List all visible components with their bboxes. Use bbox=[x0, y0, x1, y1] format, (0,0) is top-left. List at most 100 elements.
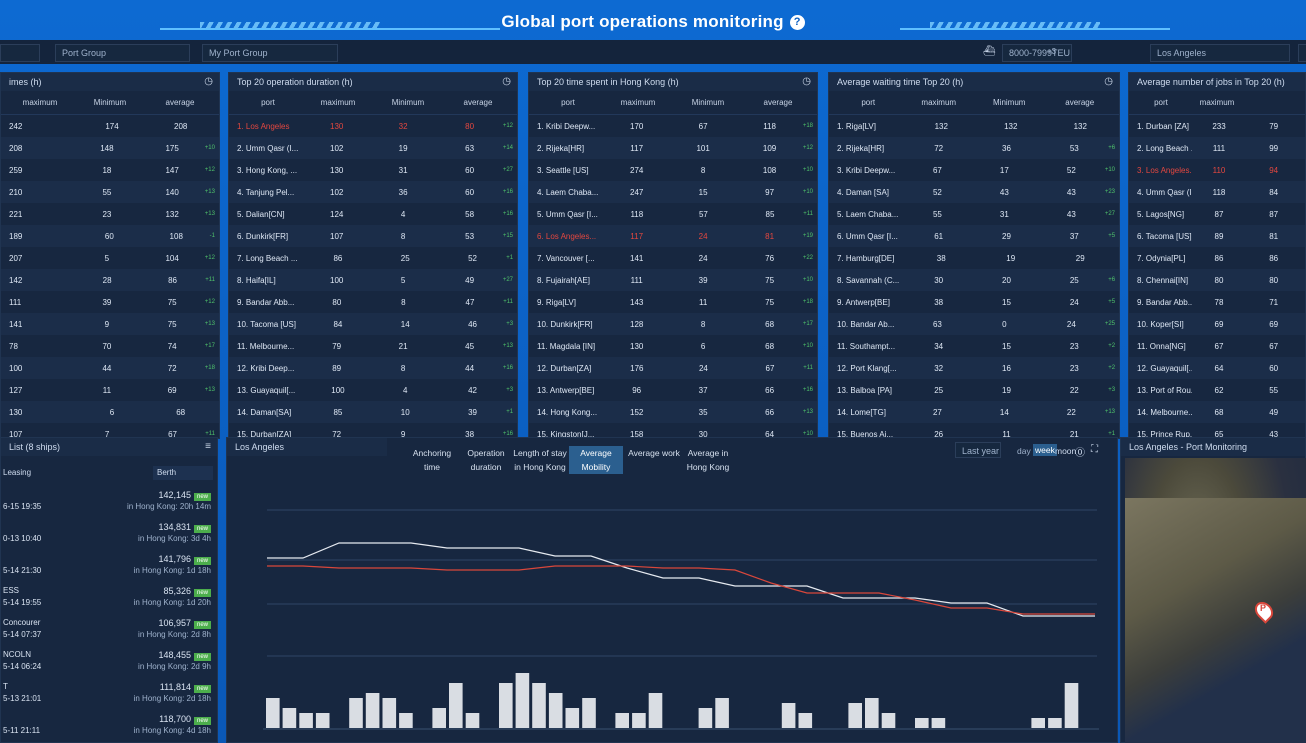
table-row[interactable]: 11. Melbourne... 79 21 45 +13 bbox=[229, 335, 517, 357]
table-row[interactable]: 8. Savannah (C... 30 20 25 +6 bbox=[829, 269, 1119, 291]
satellite-map[interactable]: P bbox=[1125, 458, 1306, 743]
table-row[interactable]: 6. Tacoma [US] 89 81 bbox=[1129, 225, 1305, 247]
table-row[interactable]: 208 148 175 +10 bbox=[1, 137, 219, 159]
table-row[interactable]: 141 9 75 +13 bbox=[1, 313, 219, 335]
column-header-minimum[interactable]: Minimum bbox=[75, 98, 145, 107]
ship-name[interactable]: T bbox=[3, 682, 8, 691]
table-row[interactable]: 9. Riga[LV] 143 11 75 +18 bbox=[529, 291, 817, 313]
table-row[interactable]: 2. Long Beach ... 111 99 bbox=[1129, 137, 1305, 159]
my-port-group-select[interactable]: My Port Group bbox=[202, 44, 338, 62]
info-icon[interactable]: ◷ bbox=[802, 73, 811, 91]
table-row[interactable]: 8. Chennai[IN] 80 80 bbox=[1129, 269, 1305, 291]
table-row[interactable]: 6. Los Angeles... 117 24 81 +19 bbox=[529, 225, 817, 247]
table-row[interactable]: 4. Laem Chaba... 247 15 97 +10 bbox=[529, 181, 817, 203]
table-row[interactable]: 14. Daman[SA] 85 10 39 +1 bbox=[229, 401, 517, 423]
table-row[interactable]: 3. Kribi Deepw... 67 17 52 +10 bbox=[829, 159, 1119, 181]
list-menu-icon[interactable]: ≡ bbox=[205, 438, 211, 456]
table-row[interactable]: 7. Odynia[PL] 86 86 bbox=[1129, 247, 1305, 269]
column-header-average[interactable]: average bbox=[145, 98, 215, 107]
column-header-minimum[interactable]: Minimum bbox=[373, 98, 443, 107]
table-row[interactable]: 127 11 69 +13 bbox=[1, 379, 219, 401]
column-header-average[interactable]: average bbox=[743, 98, 813, 107]
table-row[interactable]: 259 18 147 +12 bbox=[1, 159, 219, 181]
column-header-port[interactable]: port bbox=[533, 98, 603, 107]
info-icon[interactable]: ◷ bbox=[502, 73, 511, 91]
table-row[interactable]: 13. Port of Rou... 62 55 bbox=[1129, 379, 1305, 401]
table-row[interactable]: 13. Guayaquil[... 100 4 42 +3 bbox=[229, 379, 517, 401]
table-row[interactable]: 100 44 72 +18 bbox=[1, 357, 219, 379]
table-row[interactable]: 1. Riga[LV] 132 132 132 bbox=[829, 115, 1119, 137]
table-row[interactable]: 8. Haifa[IL] 100 5 49 +27 bbox=[229, 269, 517, 291]
column-header-average[interactable]: average bbox=[1045, 98, 1116, 107]
table-row[interactable]: 221 23 132 +13 bbox=[1, 203, 219, 225]
table-row[interactable]: 5. Umm Qasr [I... 118 57 85 +11 bbox=[529, 203, 817, 225]
table-row[interactable]: 189 60 108 -1 bbox=[1, 225, 219, 247]
table-row[interactable]: 130 6 68 bbox=[1, 401, 219, 423]
teu-select[interactable]: 8000-7999TEU bbox=[1002, 44, 1072, 62]
column-header-port[interactable]: port bbox=[233, 98, 303, 107]
table-row[interactable]: 10. Koper[SI] 69 69 bbox=[1129, 313, 1305, 335]
filter-placeholder[interactable] bbox=[0, 44, 40, 62]
table-row[interactable]: 1. Kribi Deepw... 170 67 118 +18 bbox=[529, 115, 817, 137]
column-header-maximum[interactable]: maximum bbox=[904, 98, 975, 107]
table-row[interactable]: 242 174 208 bbox=[1, 115, 219, 137]
table-row[interactable]: 10. Bandar Ab... 63 0 24 +25 bbox=[829, 313, 1119, 335]
column-header-average[interactable]: average bbox=[443, 98, 513, 107]
table-row[interactable]: 5. Laem Chaba... 55 31 43 +27 bbox=[829, 203, 1119, 225]
table-row[interactable]: 14. Lome[TG] 27 14 22 +13 bbox=[829, 401, 1119, 423]
table-row[interactable]: 4. Umm Qasr (I... 118 84 bbox=[1129, 181, 1305, 203]
table-row[interactable]: 10. Dunkirk[FR] 128 8 68 +17 bbox=[529, 313, 817, 335]
table-row[interactable]: 4. Tanjung Pel... 102 36 60 +16 bbox=[229, 181, 517, 203]
column-header-port[interactable]: port bbox=[1133, 98, 1189, 107]
table-row[interactable]: 13. Antwerp[BE] 96 37 66 +16 bbox=[529, 379, 817, 401]
table-row[interactable]: 10. Tacoma [US] 84 14 46 +3 bbox=[229, 313, 517, 335]
table-row[interactable]: 11. Onna[NG] 67 67 bbox=[1129, 335, 1305, 357]
column-header-minimum[interactable]: Minimum bbox=[974, 98, 1045, 107]
column-berth[interactable]: Berth bbox=[153, 466, 213, 480]
table-row[interactable]: 1. Los Angeles 130 32 80 +12 bbox=[229, 115, 517, 137]
table-row[interactable]: 13. Balboa [PA] 25 19 22 +3 bbox=[829, 379, 1119, 401]
column-header-minimum[interactable]: Minimum bbox=[673, 98, 743, 107]
info-icon[interactable]: ◷ bbox=[1104, 73, 1113, 91]
table-row[interactable]: 4. Daman [SA] 52 43 43 +23 bbox=[829, 181, 1119, 203]
table-row[interactable]: 210 55 140 +13 bbox=[1, 181, 219, 203]
table-row[interactable]: 2. Rijeka[HR] 72 36 53 +6 bbox=[829, 137, 1119, 159]
table-row[interactable]: 9. Bandar Abb... 78 71 bbox=[1129, 291, 1305, 313]
table-row[interactable]: 7. Hamburg[DE] 38 19 29 bbox=[829, 247, 1119, 269]
table-row[interactable]: 12. Durban[ZA] 176 24 67 +11 bbox=[529, 357, 817, 379]
table-row[interactable]: 9. Antwerp[BE] 38 15 24 +5 bbox=[829, 291, 1119, 313]
table-row[interactable]: 5. Dalian[CN] 124 4 58 +16 bbox=[229, 203, 517, 225]
table-row[interactable]: 78 70 74 +17 bbox=[1, 335, 219, 357]
ship-name[interactable]: Concourer bbox=[3, 618, 40, 627]
table-row[interactable]: 2. Rijeka[HR] 117 101 109 +12 bbox=[529, 137, 817, 159]
toolbar-right-control[interactable] bbox=[1298, 44, 1306, 62]
table-row[interactable]: 2. Umm Qasr (I... 102 19 63 +14 bbox=[229, 137, 517, 159]
table-row[interactable]: 3. Hong Kong, ... 130 31 60 +27 bbox=[229, 159, 517, 181]
ship-name[interactable]: NCOLN bbox=[3, 650, 31, 659]
table-row[interactable]: 6. Dunkirk[FR] 107 8 53 +15 bbox=[229, 225, 517, 247]
ship-name[interactable]: ESS bbox=[3, 586, 19, 595]
table-row[interactable]: 142 28 86 +11 bbox=[1, 269, 219, 291]
port-select[interactable]: Los Angeles bbox=[1150, 44, 1290, 62]
column-header-port[interactable]: port bbox=[833, 98, 904, 107]
table-row[interactable]: 207 5 104 +12 bbox=[1, 247, 219, 269]
table-row[interactable]: 14. Melbourne... 68 49 bbox=[1129, 401, 1305, 423]
table-row[interactable]: 3. Seattle [US] 274 8 108 +10 bbox=[529, 159, 817, 181]
table-row[interactable]: 7. Vancouver [... 141 24 76 +22 bbox=[529, 247, 817, 269]
column-leasing[interactable]: Leasing bbox=[3, 468, 31, 477]
table-row[interactable]: 5. Lagos[NG] 87 87 bbox=[1129, 203, 1305, 225]
info-icon[interactable]: ◷ bbox=[204, 73, 213, 91]
table-row[interactable]: 12. Port Klang[... 32 16 23 +2 bbox=[829, 357, 1119, 379]
table-row[interactable]: 9. Bandar Abb... 80 8 47 +11 bbox=[229, 291, 517, 313]
table-row[interactable]: 3. Los Angeles... 110 94 bbox=[1129, 159, 1305, 181]
info-icon[interactable]: ? bbox=[789, 15, 805, 31]
column-header-maximum[interactable]: maximum bbox=[1189, 98, 1245, 107]
port-group-select[interactable]: Port Group bbox=[55, 44, 190, 62]
table-row[interactable]: 14. Hong Kong... 152 35 66 +13 bbox=[529, 401, 817, 423]
table-row[interactable]: 111 39 75 +12 bbox=[1, 291, 219, 313]
column-header-maximum[interactable]: maximum bbox=[5, 98, 75, 107]
table-row[interactable]: 8. Fujairah[AE] 111 39 75 +10 bbox=[529, 269, 817, 291]
table-row[interactable]: 6. Umm Qasr [I... 61 29 37 +5 bbox=[829, 225, 1119, 247]
table-row[interactable]: 11. Magdala [IN] 130 6 68 +10 bbox=[529, 335, 817, 357]
table-row[interactable]: 12. Guayaquil[... 64 60 bbox=[1129, 357, 1305, 379]
